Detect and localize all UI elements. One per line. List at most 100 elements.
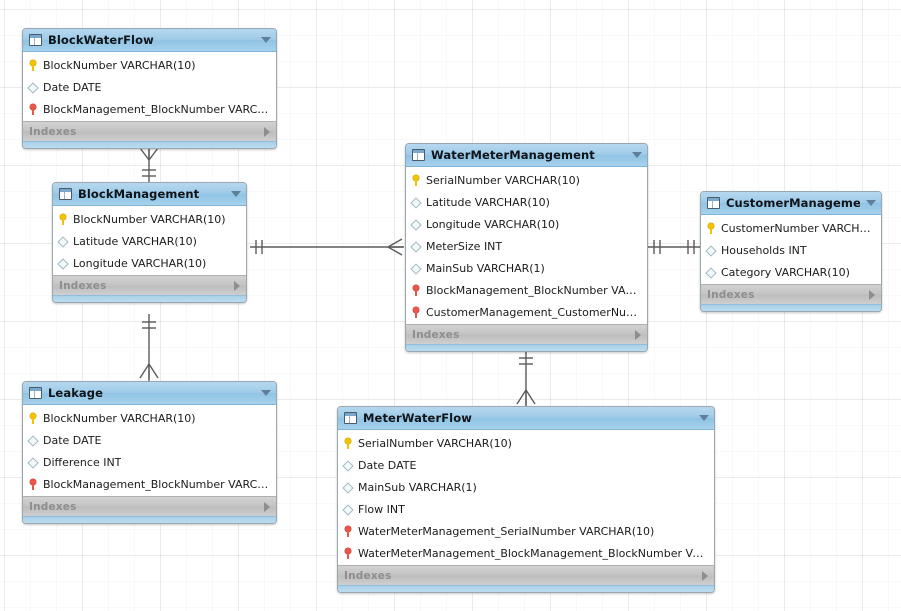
column-row[interactable]: Date DATE xyxy=(23,76,276,98)
column-row[interactable]: CustomerManagement_CustomerNumber V... xyxy=(406,301,647,323)
table-icon xyxy=(707,197,720,209)
column-diamond-icon xyxy=(343,481,354,494)
column-row[interactable]: Latitude VARCHAR(10) xyxy=(406,191,647,213)
table-header-customermanagement[interactable]: CustomerManagement xyxy=(701,192,881,215)
column-label: BlockNumber VARCHAR(10) xyxy=(43,411,196,425)
column-row[interactable]: Longitude VARCHAR(10) xyxy=(53,252,246,274)
connector-watermetermanagement-customermanagement xyxy=(648,240,700,254)
chevron-down-icon[interactable] xyxy=(699,415,709,421)
column-row[interactable]: SerialNumber VARCHAR(10) xyxy=(338,432,714,454)
er-diagram-canvas[interactable]: BlockWaterFlow BlockNumber VARCHAR(10) Dat… xyxy=(0,0,901,611)
foreign-key-icon xyxy=(411,284,422,297)
table-footer-strip xyxy=(23,141,276,148)
column-diamond-icon xyxy=(411,262,422,275)
column-row[interactable]: MeterSize INT xyxy=(406,235,647,257)
column-row[interactable]: Latitude VARCHAR(10) xyxy=(53,230,246,252)
table-node-blockwaterflow[interactable]: BlockWaterFlow BlockNumber VARCHAR(10) Dat… xyxy=(22,28,277,149)
column-diamond-icon xyxy=(411,218,422,231)
column-label: MeterSize INT xyxy=(426,239,503,253)
indexes-section-meterwaterflow[interactable]: Indexes xyxy=(338,565,714,585)
primary-key-icon xyxy=(706,222,717,235)
foreign-key-icon xyxy=(28,478,39,491)
column-row[interactable]: Date DATE xyxy=(23,429,276,451)
indexes-label: Indexes xyxy=(344,569,392,582)
indexes-label: Indexes xyxy=(29,500,77,513)
column-row[interactable]: SerialNumber VARCHAR(10) xyxy=(406,169,647,191)
chevron-down-icon[interactable] xyxy=(231,191,241,197)
chevron-down-icon[interactable] xyxy=(632,152,642,158)
column-row[interactable]: WaterMeterManagement_SerialNumber VARCHA… xyxy=(338,520,714,542)
table-name-label: MeterWaterFlow xyxy=(363,411,472,425)
column-row[interactable]: BlockManagement_BlockNumber VARCHAR... xyxy=(406,279,647,301)
column-diamond-icon xyxy=(58,257,69,270)
indexes-section-customermanagement[interactable]: Indexes xyxy=(701,284,881,304)
connector-watermetermanagement-meterwaterflow xyxy=(516,351,536,406)
column-diamond-icon xyxy=(706,244,717,257)
column-row[interactable]: BlockNumber VARCHAR(10) xyxy=(23,54,276,76)
foreign-key-icon xyxy=(411,306,422,319)
column-row[interactable]: MainSub VARCHAR(1) xyxy=(338,476,714,498)
column-row[interactable]: MainSub VARCHAR(1) xyxy=(406,257,647,279)
foreign-key-icon xyxy=(28,103,39,116)
indexes-section-watermetermanagement[interactable]: Indexes xyxy=(406,324,647,344)
table-header-blockwaterflow[interactable]: BlockWaterFlow xyxy=(23,29,276,52)
column-label: BlockManagement_BlockNumber VARCHAR(10) xyxy=(43,477,272,491)
indexes-section-leakage[interactable]: Indexes xyxy=(23,496,276,516)
column-label: WaterMeterManagement_BlockManagement_Blo… xyxy=(358,546,710,560)
column-row[interactable]: BlockNumber VARCHAR(10) xyxy=(23,407,276,429)
chevron-right-icon[interactable] xyxy=(635,329,641,340)
column-row[interactable]: BlockManagement_BlockNumber VARCHAR(10) xyxy=(23,473,276,495)
table-header-blockmanagement[interactable]: BlockManagement xyxy=(53,183,246,206)
column-label: WaterMeterManagement_SerialNumber VARCHA… xyxy=(358,524,655,538)
chevron-right-icon[interactable] xyxy=(264,126,270,137)
chevron-down-icon[interactable] xyxy=(866,200,876,206)
primary-key-icon xyxy=(343,437,354,450)
connector-blockmanagement-blockwaterflow xyxy=(139,145,159,183)
column-label: MainSub VARCHAR(1) xyxy=(358,480,477,494)
chevron-down-icon[interactable] xyxy=(261,37,271,43)
table-footer-strip xyxy=(338,585,714,592)
column-label: CustomerNumber VARCHAR(10) xyxy=(721,221,877,235)
table-node-meterwaterflow[interactable]: MeterWaterFlow SerialNumber VARCHAR(10) Da… xyxy=(337,406,715,593)
table-header-meterwaterflow[interactable]: MeterWaterFlow xyxy=(338,407,714,430)
column-label: BlockManagement_BlockNumber VARCHAR(10) xyxy=(43,102,272,116)
column-row[interactable]: Difference INT xyxy=(23,451,276,473)
column-row[interactable]: Date DATE xyxy=(338,454,714,476)
column-diamond-icon xyxy=(343,503,354,516)
column-row[interactable]: BlockNumber VARCHAR(10) xyxy=(53,208,246,230)
column-label: Flow INT xyxy=(358,502,405,516)
column-row[interactable]: Category VARCHAR(10) xyxy=(701,261,881,283)
table-node-watermetermanagement[interactable]: WaterMeterManagement SerialNumber VARCHAR… xyxy=(405,143,648,352)
table-node-blockmanagement[interactable]: BlockManagement BlockNumber VARCHAR(10) La… xyxy=(52,182,247,303)
chevron-right-icon[interactable] xyxy=(702,570,708,581)
table-header-watermetermanagement[interactable]: WaterMeterManagement xyxy=(406,144,647,167)
column-row[interactable]: WaterMeterManagement_BlockManagement_Blo… xyxy=(338,542,714,564)
chevron-right-icon[interactable] xyxy=(264,501,270,512)
column-diamond-icon xyxy=(28,434,39,447)
column-row[interactable]: Households INT xyxy=(701,239,881,261)
column-label: Difference INT xyxy=(43,455,122,469)
column-label: Category VARCHAR(10) xyxy=(721,265,850,279)
table-columns-blockmanagement: BlockNumber VARCHAR(10) Latitude VARCHAR(… xyxy=(53,206,246,275)
indexes-section-blockmanagement[interactable]: Indexes xyxy=(53,275,246,295)
column-row[interactable]: BlockManagement_BlockNumber VARCHAR(10) xyxy=(23,98,276,120)
table-header-leakage[interactable]: Leakage xyxy=(23,382,276,405)
column-row[interactable]: CustomerNumber VARCHAR(10) xyxy=(701,217,881,239)
table-node-leakage[interactable]: Leakage BlockNumber VARCHAR(10) Date DATE D… xyxy=(22,381,277,524)
chevron-right-icon[interactable] xyxy=(869,289,875,300)
indexes-section-blockwaterflow[interactable]: Indexes xyxy=(23,121,276,141)
column-row[interactable]: Longitude VARCHAR(10) xyxy=(406,213,647,235)
column-diamond-icon xyxy=(706,266,717,279)
chevron-right-icon[interactable] xyxy=(234,280,240,291)
column-label: CustomerManagement_CustomerNumber V... xyxy=(426,305,643,319)
column-label: MainSub VARCHAR(1) xyxy=(426,261,545,275)
table-node-customermanagement[interactable]: CustomerManagement CustomerNumber VARCHAR… xyxy=(700,191,882,312)
column-label: SerialNumber VARCHAR(10) xyxy=(358,436,512,450)
column-label: Households INT xyxy=(721,243,807,257)
column-row[interactable]: Flow INT xyxy=(338,498,714,520)
chevron-down-icon[interactable] xyxy=(261,390,271,396)
column-label: BlockNumber VARCHAR(10) xyxy=(43,58,196,72)
table-name-label: BlockWaterFlow xyxy=(48,33,154,47)
table-footer-strip xyxy=(53,295,246,302)
table-icon xyxy=(29,387,42,399)
